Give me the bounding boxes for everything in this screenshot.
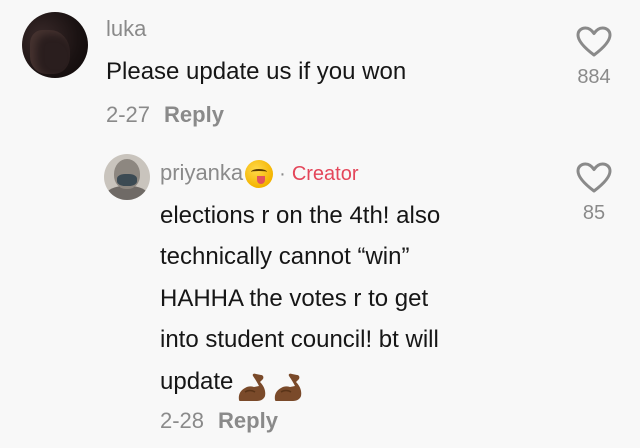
reply-username[interactable]: priyanka (160, 160, 243, 185)
separator-dot: · (279, 163, 286, 185)
heart-outline-icon (576, 26, 612, 57)
reply-meta: 2-28 Reply (160, 408, 278, 434)
comment-date: 2-27 (106, 102, 151, 127)
like-button[interactable]: 884 (569, 26, 619, 89)
reply-like-button[interactable]: 85 (569, 162, 619, 225)
creator-badge: Creator (291, 163, 359, 185)
reply-text-line: into student council! bt will (160, 326, 439, 353)
comment-meta: 2-27 Reply (106, 102, 224, 128)
reply-text-line: technically cannot “win” (160, 243, 410, 270)
avatar-image (30, 30, 70, 74)
reply-date: 2-28 (160, 408, 205, 433)
flexed-biceps-emoji-icon (275, 373, 302, 401)
reply-text-line: update (160, 368, 234, 395)
reply-button[interactable]: Reply (218, 408, 278, 433)
heart-outline-icon (576, 162, 612, 193)
reply-text-last-line: update (160, 362, 305, 402)
avatar-mask (117, 174, 137, 186)
reply-button[interactable]: Reply (164, 102, 224, 127)
like-count: 85 (582, 202, 606, 224)
savoring-face-emoji-icon (245, 160, 274, 189)
reply-avatar[interactable] (104, 154, 150, 200)
flexed-biceps-emoji-icon (239, 373, 266, 401)
like-count: 884 (577, 66, 611, 88)
comments-section: luka Please update us if you won 2-27 Rep… (0, 0, 640, 448)
comment-username[interactable]: luka (106, 16, 146, 42)
avatar[interactable] (22, 12, 88, 78)
comment-text: Please update us if you won (106, 58, 407, 85)
reply-text-line: HAHHA the votes r to get (160, 285, 429, 312)
reply-text-line: elections r on the 4th! also (160, 202, 441, 229)
reply-username-row: priyanka · Creator (160, 160, 359, 189)
